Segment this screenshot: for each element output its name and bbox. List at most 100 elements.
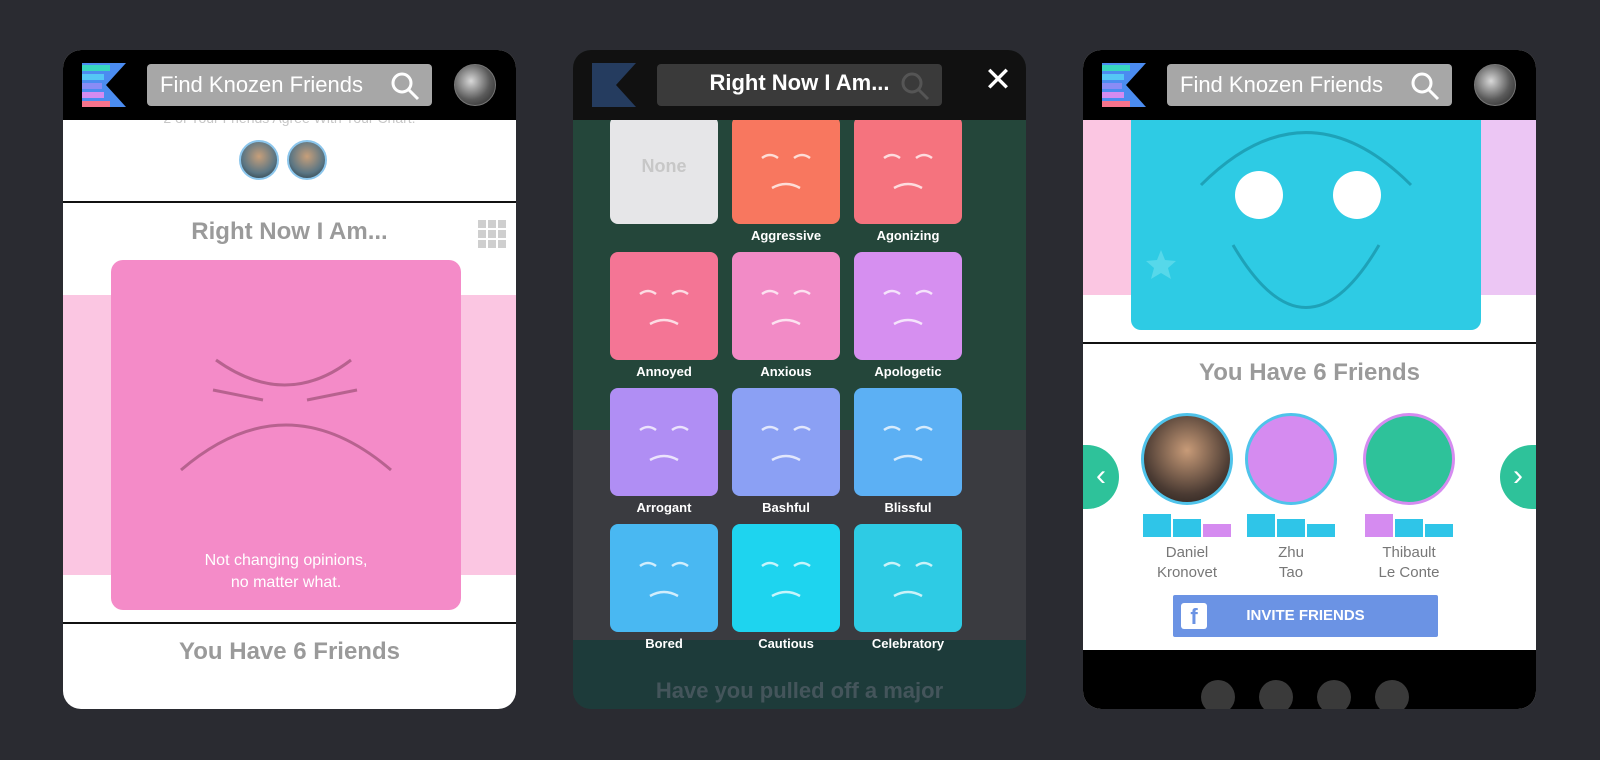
search-placeholder: Find Knozen Friends [1180,72,1383,97]
mood-option[interactable]: None [610,116,718,228]
mood-face-icon [761,289,811,326]
rating-bar [1247,514,1275,537]
friend-last-name: Tao [1278,564,1304,581]
friend-avatar[interactable] [239,140,279,180]
mood-face-icon [761,153,811,190]
mood-face-icon [639,289,689,326]
mood-card-happy[interactable] [1131,90,1481,330]
friend-first-name: Thibault [1382,544,1436,561]
friend-last-name: Kronovet [1156,564,1218,581]
facebook-icon: f [1181,603,1207,629]
profile-avatar[interactable] [1474,64,1516,106]
friend-card[interactable]: Zhu Tao [1231,413,1351,583]
search-icon[interactable] [390,71,420,101]
mood-tile[interactable] [854,116,962,224]
mood-option[interactable]: Aggressive [732,116,840,243]
friend-card[interactable]: Daniel Kronovet [1127,413,1247,583]
friends-heading: You Have 6 Friends [179,638,400,665]
mood-tile[interactable] [610,388,718,496]
friend-first-name: Daniel [1165,544,1209,561]
mood-label: Celebratory [871,636,945,651]
mood-option[interactable]: Bored [610,524,718,651]
friend-rating-bars [1231,511,1351,537]
google-plus-icon[interactable] [1375,680,1409,709]
search-input[interactable]: Find Knozen Friends [1167,64,1452,106]
mood-tile[interactable]: None [610,116,718,224]
mood-face-icon [761,425,811,462]
friend-avatar[interactable] [287,140,327,180]
mood-option[interactable]: Blissful [854,388,962,515]
screen-friends: Find Knozen Friends You Have 6 Friends ‹… [1083,50,1536,709]
mood-face-icon [883,425,933,462]
rating-bar [1365,514,1393,537]
rating-bar [1173,519,1201,537]
friend-rating-bars [1349,511,1469,537]
mood-tile[interactable] [854,524,962,632]
mood-option[interactable]: Bashful [732,388,840,515]
mood-tile[interactable] [732,388,840,496]
mood-option[interactable]: Agonizing [854,116,962,243]
mood-tile[interactable] [732,524,840,632]
mood-option[interactable]: Celebratory [854,524,962,651]
mood-face-icon [761,561,811,598]
footer [1083,650,1536,709]
profile-avatar[interactable] [454,64,496,106]
mood-face-icon [883,153,933,190]
close-icon[interactable]: ✕ [980,63,1016,99]
mood-option[interactable]: Arrogant [610,388,718,515]
instagram-icon[interactable] [1201,680,1235,709]
friend-first-name: Zhu [1278,544,1304,561]
mood-tile[interactable] [732,116,840,224]
background-text: Have you pulled off a major [655,678,944,703]
facebook-icon[interactable] [1259,680,1293,709]
carousel-side-card [1476,120,1536,295]
mood-tile[interactable] [610,524,718,632]
mood-tile[interactable] [854,388,962,496]
screen-mood-detail: Find Knozen Friends 2 of Your Friends Ag… [63,50,516,709]
top-bar: Find Knozen Friends [1083,50,1536,120]
rating-bar [1203,524,1231,537]
screen-mood-picker: Right Now I Am... ✕ Have you pulled off … [573,50,1026,709]
divider [63,201,516,203]
overlay-title: Right Now I Am... [709,70,890,95]
mood-label: Blissful [884,500,932,515]
mood-tile[interactable] [854,252,962,360]
search-icon[interactable] [1410,71,1440,101]
knozen-logo-icon[interactable] [1102,63,1146,107]
mood-label: Bored [645,636,683,651]
mood-option[interactable]: Cautious [732,524,840,651]
mood-tile[interactable] [732,252,840,360]
mood-card-stubborn[interactable]: Not changing opinions, no matter what. [111,260,461,610]
mood-option[interactable]: Anxious [732,252,840,379]
rating-bar [1395,519,1423,537]
happy-face-icon [1146,131,1413,309]
previous-arrow-button[interactable]: ‹ [1083,445,1119,509]
rating-bar [1277,519,1305,537]
top-bar: Find Knozen Friends [63,50,516,120]
next-arrow-button[interactable]: › [1500,445,1536,509]
mood-label: Anxious [760,364,812,379]
mood-label: Arrogant [636,500,692,515]
none-option-label: None [641,156,687,176]
mood-face-icon [883,561,933,598]
mood-label: Apologetic [874,364,942,379]
friend-mood-icon[interactable] [1245,413,1337,505]
twitter-icon[interactable] [1317,680,1351,709]
invite-label: INVITE FRIENDS [1246,607,1365,624]
friend-card[interactable]: Thibault Le Conte [1349,413,1469,583]
search-placeholder: Find Knozen Friends [160,72,363,97]
friend-photo[interactable] [1141,413,1233,505]
friends-heading: You Have 6 Friends [1199,359,1420,386]
mood-tile[interactable] [610,252,718,360]
mood-option[interactable]: Annoyed [610,252,718,379]
section-title: Right Now I Am... [191,218,388,245]
mood-face-icon [639,561,689,598]
knozen-logo-icon[interactable] [82,63,126,107]
friend-mood-icon[interactable] [1363,413,1455,505]
rating-bar [1425,524,1453,537]
mood-face-icon [639,425,689,462]
grid-icon[interactable] [478,220,506,248]
mood-option[interactable]: Apologetic [854,252,962,379]
invite-friends-button[interactable]: f INVITE FRIENDS [1173,595,1438,637]
search-input[interactable]: Find Knozen Friends [147,64,432,106]
